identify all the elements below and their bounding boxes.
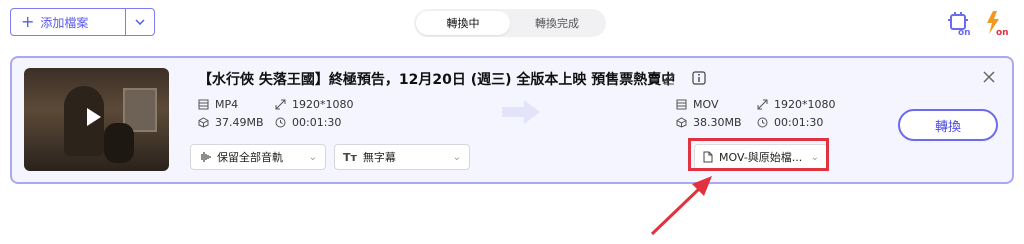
info-icon[interactable] — [692, 71, 706, 85]
target-resolution: 1920*1080 — [757, 98, 836, 111]
resize-icon — [275, 99, 286, 110]
clock-icon — [757, 117, 768, 128]
subtitle-select[interactable]: Tт 無字幕 ⌄ — [334, 144, 470, 170]
target-size-value: 38.30MB — [693, 116, 742, 129]
audio-track-select[interactable]: 保留全部音軌 ⌄ — [190, 144, 326, 170]
resize-icon — [757, 99, 768, 110]
target-format: MOV — [676, 98, 718, 111]
convert-button[interactable]: 轉換 — [898, 109, 998, 141]
film-icon — [676, 99, 687, 110]
turbo-speed-icon[interactable]: on — [984, 10, 1010, 36]
source-size: 37.49MB — [198, 116, 264, 129]
source-duration-value: 00:01:30 — [292, 116, 342, 129]
video-thumbnail[interactable] — [24, 68, 169, 171]
file-item-card: 【水行俠 失落王國】終極預告，12月20日 (週三) 全版本上映 預售票熱賣中 … — [10, 56, 1014, 184]
film-icon — [198, 99, 209, 110]
target-format-value: MOV — [693, 98, 719, 111]
add-file-button-group: + 添加檔案 — [10, 8, 155, 36]
convert-arrow-icon — [502, 100, 540, 124]
video-title: 【水行俠 失落王國】終極預告，12月20日 (週三) 全版本上映 預售票熱賣中 — [198, 72, 676, 88]
close-icon[interactable] — [982, 70, 996, 84]
target-resolution-value: 1920*1080 — [774, 98, 836, 111]
source-size-value: 37.49MB — [215, 116, 264, 129]
source-format: MP4 — [198, 98, 238, 111]
thumbnail-figure-child — [104, 123, 134, 163]
audio-wave-icon — [201, 152, 211, 162]
add-file-button[interactable]: + 添加檔案 — [11, 9, 125, 35]
edit-icon[interactable] — [662, 71, 676, 85]
output-format-value: MOV-與原始檔... — [719, 151, 803, 164]
clock-icon — [275, 117, 286, 128]
add-file-dropdown-button[interactable] — [126, 9, 154, 35]
source-format-value: MP4 — [215, 98, 239, 111]
play-icon[interactable] — [87, 108, 101, 126]
file-icon — [703, 151, 713, 163]
text-icon: Tт — [343, 150, 357, 164]
box-icon — [676, 117, 687, 128]
gpu-acceleration-icon[interactable]: on — [946, 10, 972, 36]
box-icon — [198, 117, 209, 128]
chevron-down-icon: ⌄ — [452, 151, 461, 163]
audio-track-value: 保留全部音軌 — [217, 151, 283, 164]
subtitle-value: 無字幕 — [362, 151, 396, 164]
chevron-down-icon: ⌄ — [308, 151, 317, 163]
target-duration-value: 00:01:30 — [774, 116, 824, 129]
chevron-down-icon: ⌄ — [810, 151, 819, 163]
chevron-down-icon — [135, 19, 145, 25]
annotation-arrow-icon — [650, 176, 712, 236]
plus-icon: + — [21, 12, 35, 31]
output-format-select[interactable]: MOV-與原始檔... ⌄ — [694, 144, 828, 170]
tab-converting[interactable]: 轉換中 — [416, 11, 510, 35]
source-resolution: 1920*1080 — [275, 98, 354, 111]
add-file-label: 添加檔案 — [40, 15, 89, 30]
status-tabs: 轉換中 轉換完成 — [414, 9, 606, 37]
svg-text:on: on — [958, 28, 971, 36]
svg-text:on: on — [996, 28, 1009, 36]
target-duration: 00:01:30 — [757, 116, 823, 129]
source-resolution-value: 1920*1080 — [292, 98, 354, 111]
source-duration: 00:01:30 — [275, 116, 341, 129]
tab-completed[interactable]: 轉換完成 — [510, 11, 604, 35]
target-size: 38.30MB — [676, 116, 742, 129]
